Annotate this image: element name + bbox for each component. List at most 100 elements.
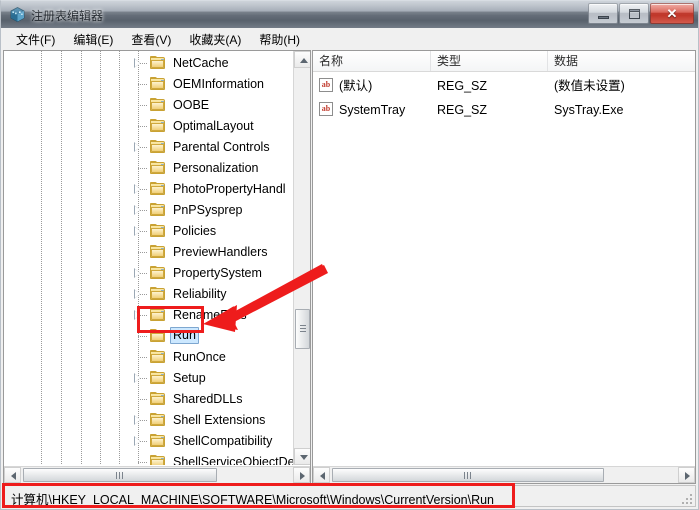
- tree-item-propertysystem[interactable]: PropertySystem: [4, 263, 293, 284]
- tree-item-parental-controls[interactable]: Parental Controls: [4, 137, 293, 158]
- folder-icon: [150, 413, 166, 427]
- expand-arrow-icon[interactable]: [133, 373, 144, 384]
- list-hscrollbar-thumb[interactable]: [332, 468, 604, 482]
- triangle-fill-icon: [135, 290, 140, 298]
- expand-arrow-icon[interactable]: [133, 226, 144, 237]
- window-title: 注册表编辑器: [31, 9, 104, 23]
- folder-icon: [150, 350, 166, 364]
- folder-icon: [150, 119, 166, 133]
- tree-hscrollbar-thumb[interactable]: [23, 468, 217, 482]
- list-horizontal-scrollbar[interactable]: [313, 466, 695, 483]
- registry-path-text: 计算机\HKEY_LOCAL_MACHINE\SOFTWARE\Microsof…: [11, 493, 494, 507]
- tree-item-setup[interactable]: Setup: [4, 368, 293, 389]
- chevron-down-icon: [300, 455, 308, 460]
- string-value-icon: ab: [319, 102, 333, 116]
- title-bar[interactable]: 注册表编辑器 ✕: [0, 0, 699, 28]
- tree-item-shellcompatibility[interactable]: ShellCompatibility: [4, 431, 293, 452]
- tree-item-personalization[interactable]: Personalization: [4, 158, 293, 179]
- list-scroll-left-button[interactable]: [313, 467, 330, 483]
- tree-connector: [138, 84, 148, 85]
- folder-icon: [150, 182, 166, 196]
- expand-arrow-icon[interactable]: [133, 205, 144, 216]
- folder-icon: [150, 224, 166, 238]
- maximize-button[interactable]: [619, 3, 649, 24]
- tree-connector: [138, 336, 148, 337]
- tree-scroll-down-button[interactable]: [294, 448, 310, 465]
- tree-item-optimallayout[interactable]: OptimalLayout: [4, 116, 293, 137]
- list-scroll-right-button[interactable]: [678, 467, 695, 483]
- tree-item-shareddlls[interactable]: SharedDLLs: [4, 389, 293, 410]
- status-bar: 计算机\HKEY_LOCAL_MACHINE\SOFTWARE\Microsof…: [3, 485, 696, 507]
- tree-item-label: RunOnce: [173, 350, 226, 364]
- tree-item-label: NetCache: [173, 56, 229, 70]
- column-header-data[interactable]: 数据: [548, 51, 695, 71]
- tree-item-label: RenameFiles: [173, 308, 247, 322]
- expand-arrow-icon[interactable]: [133, 142, 144, 153]
- menu-file[interactable]: 文件(F): [7, 29, 64, 50]
- chevron-up-icon: [300, 58, 308, 63]
- tree-item-label: SharedDLLs: [173, 392, 243, 406]
- tree-item-label: Shell Extensions: [173, 413, 266, 427]
- client-area: 文件(F) 编辑(E) 查看(V) 收藏夹(A) 帮助(H) NetCache O…: [0, 28, 699, 510]
- tree-vertical-scrollbar[interactable]: [293, 51, 310, 465]
- column-header-name[interactable]: 名称: [313, 51, 431, 71]
- menu-favorites[interactable]: 收藏夹(A): [180, 29, 250, 50]
- tree-scroll-area[interactable]: NetCache OEMInformation OOBE OptimalLayout P…: [4, 51, 293, 465]
- tree-item-oeminformation[interactable]: OEMInformation: [4, 74, 293, 95]
- tree-horizontal-scrollbar[interactable]: [4, 466, 310, 483]
- expand-arrow-icon[interactable]: [133, 184, 144, 195]
- tree-item-reliability[interactable]: Reliability: [4, 284, 293, 305]
- tree-scrollbar-thumb[interactable]: [295, 309, 310, 349]
- tree-item-policies[interactable]: Policies: [4, 221, 293, 242]
- tree-scroll-right-button[interactable]: [293, 467, 310, 483]
- folder-icon: [150, 77, 166, 91]
- tree-item-photopropertyhandl[interactable]: PhotoPropertyHandl: [4, 179, 293, 200]
- tree-item-label: OOBE: [173, 98, 210, 112]
- expand-arrow-icon[interactable]: [133, 310, 144, 321]
- tree-item-label: PnPSysprep: [173, 203, 243, 217]
- value-data-cell: (数值未设置): [554, 79, 625, 93]
- tree-item-shellserviceobjectde[interactable]: ShellServiceObjectDe: [4, 452, 293, 465]
- folder-icon: [150, 203, 166, 217]
- tree-item-previewhandlers[interactable]: PreviewHandlers: [4, 242, 293, 263]
- menu-help[interactable]: 帮助(H): [250, 29, 309, 50]
- expand-arrow-icon[interactable]: [133, 289, 144, 300]
- value-type-cell: REG_SZ: [437, 103, 488, 117]
- tree-item-renamefiles[interactable]: RenameFiles: [4, 305, 293, 326]
- tree-scroll-up-button[interactable]: [294, 51, 310, 68]
- minimize-button[interactable]: [588, 3, 618, 24]
- expand-arrow-icon[interactable]: [133, 436, 144, 447]
- menu-view[interactable]: 查看(V): [122, 29, 180, 50]
- window-controls: ✕: [587, 3, 694, 25]
- tree-item-run[interactable]: Run: [4, 326, 293, 347]
- resize-grip-icon[interactable]: [680, 492, 692, 504]
- tree-item-label: ShellCompatibility: [173, 434, 273, 448]
- folder-icon: [150, 245, 166, 259]
- close-button[interactable]: ✕: [650, 3, 694, 24]
- tree-connector: [138, 168, 148, 169]
- folder-icon: [150, 308, 166, 322]
- tree-item-oobe[interactable]: OOBE: [4, 95, 293, 116]
- value-row[interactable]: ab SystemTray REG_SZ SysTray.Exe: [313, 100, 695, 120]
- expand-arrow-icon[interactable]: [133, 415, 144, 426]
- list-header: 名称 类型 数据: [313, 51, 695, 72]
- value-row[interactable]: ab (默认) REG_SZ (数值未设置): [313, 76, 695, 96]
- tree-item-shell-extensions[interactable]: Shell Extensions: [4, 410, 293, 431]
- expand-arrow-icon[interactable]: [133, 268, 144, 279]
- tree-item-pnpsysprep[interactable]: PnPSysprep: [4, 200, 293, 221]
- tree-connector: [138, 357, 148, 358]
- tree-item-label: ShellServiceObjectDe: [173, 455, 293, 465]
- tree-item-label: Personalization: [173, 161, 259, 175]
- registry-values-pane: 名称 类型 数据 ab (默认) REG_SZ (数值未设置) ab SystemTray…: [312, 50, 696, 484]
- value-type-cell: REG_SZ: [437, 79, 488, 93]
- scrollbar-grip-icon: [464, 472, 472, 479]
- column-header-type[interactable]: 类型: [431, 51, 548, 71]
- window-frame: 注册表编辑器 ✕ 文件(F) 编辑(E) 查看(V) 收藏夹(A) 帮助(H): [0, 0, 699, 510]
- tree-item-netcache[interactable]: NetCache: [4, 53, 293, 74]
- menu-edit[interactable]: 编辑(E): [64, 29, 122, 50]
- tree-item-runonce[interactable]: RunOnce: [4, 347, 293, 368]
- tree-scroll-left-button[interactable]: [4, 467, 21, 483]
- expand-arrow-icon[interactable]: [133, 58, 144, 69]
- triangle-fill-icon: [135, 185, 140, 193]
- triangle-fill-icon: [135, 227, 140, 235]
